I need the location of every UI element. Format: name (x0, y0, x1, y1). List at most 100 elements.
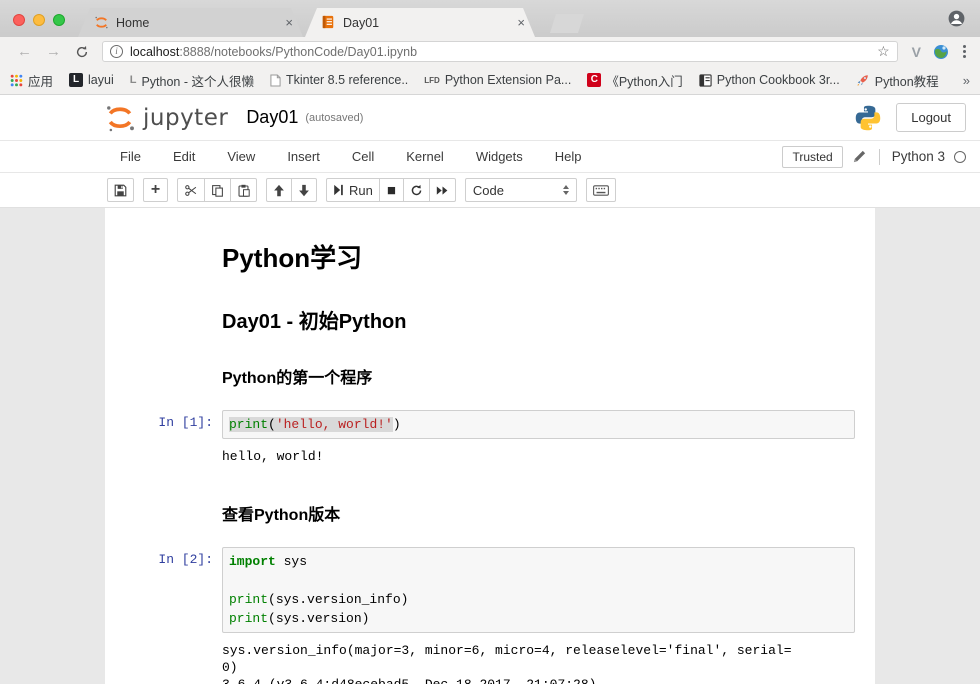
move-cell-down-button[interactable] (291, 178, 317, 202)
bookmarks-bar: 应用 L layui L Python - 这个人很懒 Tkinter 8.5 … (0, 66, 980, 95)
paste-cell-button[interactable] (230, 178, 257, 202)
extension-globe-icon[interactable] (933, 44, 949, 60)
command-palette-button[interactable] (586, 178, 616, 202)
input-prompt: In [2]: (125, 547, 222, 567)
markdown-heading-1[interactable]: Python学习 (222, 238, 855, 275)
restart-kernel-button[interactable] (403, 178, 430, 202)
menu-help[interactable]: Help (555, 149, 582, 164)
add-cell-button[interactable]: + (143, 178, 168, 202)
notebook-title[interactable]: Day01 (246, 107, 298, 128)
move-cell-up-button[interactable] (266, 178, 292, 202)
cut-cell-button[interactable] (177, 178, 205, 202)
step-forward-icon (333, 184, 344, 196)
code-token: print (229, 611, 268, 626)
bookmark-tkinter[interactable]: Tkinter 8.5 reference.. (270, 73, 408, 87)
markdown-heading-2[interactable]: Day01 - 初始Python (222, 305, 855, 334)
edit-pencil-icon[interactable] (852, 149, 867, 164)
url-field[interactable]: i localhost:8888/notebooks/PythonCode/Da… (102, 41, 898, 62)
notebook-favicon-icon (321, 15, 336, 30)
menu-cell[interactable]: Cell (352, 149, 374, 164)
jupyter-header: jupyter Day01 (autosaved) Logout (0, 95, 980, 140)
rocket-icon (856, 73, 870, 87)
logout-button[interactable]: Logout (896, 103, 966, 132)
code-input[interactable]: print('hello, world!') (222, 410, 855, 439)
markdown-heading-3[interactable]: Python的第一个程序 (222, 364, 855, 388)
code-token: (sys.version_info) (268, 592, 408, 607)
bookmark-python-extension[interactable]: LFD Python Extension Pa... (424, 73, 571, 87)
menu-kernel[interactable]: Kernel (406, 149, 444, 164)
bookmark-python-tutorial[interactable]: Python教程 (856, 71, 939, 90)
markdown-heading-4[interactable]: 查看Python版本 (222, 501, 855, 525)
layui-icon: L (69, 73, 83, 87)
run-cell-button[interactable]: Run (326, 178, 380, 202)
page-icon (270, 74, 281, 87)
cell-type-value: Code (473, 183, 504, 198)
bookmark-label: 应用 (28, 71, 53, 90)
close-window-button[interactable] (13, 14, 25, 26)
menu-edit[interactable]: Edit (173, 149, 195, 164)
code-input[interactable]: import sysprint(sys.version_info)print(s… (222, 547, 855, 633)
bookmark-label: 《Python入门 (606, 71, 682, 90)
extension-v-icon[interactable]: V (912, 44, 921, 60)
paste-icon (237, 184, 250, 197)
jupyter-favicon-icon (94, 15, 109, 30)
cell-output: sys.version_info(major=3, minor=6, micro… (222, 640, 855, 684)
cell-2-output-row: sys.version_info(major=3, minor=6, micro… (125, 640, 855, 684)
autosave-status: (autosaved) (305, 112, 363, 124)
reload-icon[interactable] (75, 45, 89, 59)
code-token: print (229, 417, 268, 432)
tab-day01[interactable]: Day01 × (305, 8, 535, 37)
arrow-up-icon (273, 184, 285, 197)
forward-icon[interactable]: → (46, 44, 61, 59)
stop-kernel-button[interactable]: ■ (379, 178, 404, 202)
apps-grid-icon (10, 74, 23, 87)
bookmark-python-intro[interactable]: C 《Python入门 (587, 71, 682, 90)
code-cell-1[interactable]: In [1]: print('hello, world!') (125, 410, 855, 439)
menu-insert[interactable]: Insert (287, 149, 320, 164)
arrow-down-icon (298, 184, 310, 197)
new-tab-button[interactable] (550, 14, 584, 33)
profile-icon[interactable] (947, 9, 966, 28)
output-prompt (125, 640, 222, 684)
menu-view[interactable]: View (227, 149, 255, 164)
bookmark-cookbook[interactable]: Python Cookbook 3r... (699, 73, 840, 87)
cell-type-select[interactable]: Code (465, 178, 577, 202)
refresh-icon (410, 184, 423, 197)
url-path: :8888/notebooks/PythonCode/Day01.ipynb (179, 45, 417, 59)
input-prompt: In [1]: (125, 410, 222, 430)
page-info-icon[interactable]: i (110, 45, 123, 58)
menu-widgets[interactable]: Widgets (476, 149, 523, 164)
copy-cell-button[interactable] (204, 178, 231, 202)
bookmarks-overflow-icon[interactable]: » (963, 73, 970, 88)
trusted-button[interactable]: Trusted (782, 146, 842, 168)
minimize-window-button[interactable] (33, 14, 45, 26)
tab-close-icon[interactable]: × (285, 16, 293, 29)
tab-home[interactable]: Home × (78, 8, 303, 37)
jupyter-logo-icon[interactable] (103, 102, 137, 134)
fast-forward-icon (436, 185, 449, 196)
tab-close-icon[interactable]: × (517, 16, 525, 29)
browser-menu-icon[interactable] (963, 45, 966, 58)
bookmark-layui[interactable]: L layui (69, 73, 114, 87)
restart-run-all-button[interactable] (429, 178, 456, 202)
bookmark-apps[interactable]: 应用 (10, 71, 53, 90)
cell-1-output-row: hello, world! (125, 446, 855, 465)
floppy-icon (114, 184, 127, 197)
url-host: localhost (130, 45, 179, 59)
notebook-scroll-area[interactable]: Python学习 Day01 - 初始Python Python的第一个程序 I… (0, 208, 980, 684)
notebook-toolbar: + (0, 173, 980, 208)
notebook-container: Python学习 Day01 - 初始Python Python的第一个程序 I… (105, 208, 875, 684)
keyboard-icon (593, 185, 609, 196)
code-token: print (229, 592, 268, 607)
bookmark-star-icon[interactable]: ☆ (877, 43, 890, 60)
menu-file[interactable]: File (120, 149, 141, 164)
bookmark-python-blog[interactable]: L Python - 这个人很懒 (130, 71, 254, 90)
python-logo-icon (854, 104, 882, 132)
bookmark-label: Python Cookbook 3r... (717, 73, 840, 87)
jupyter-wordmark[interactable]: jupyter (143, 105, 228, 131)
code-cell-2[interactable]: In [2]: import sysprint(sys.version_info… (125, 547, 855, 633)
save-button[interactable] (107, 178, 134, 202)
zoom-window-button[interactable] (53, 14, 65, 26)
back-icon[interactable]: ← (17, 44, 32, 59)
output-prompt (125, 446, 222, 465)
